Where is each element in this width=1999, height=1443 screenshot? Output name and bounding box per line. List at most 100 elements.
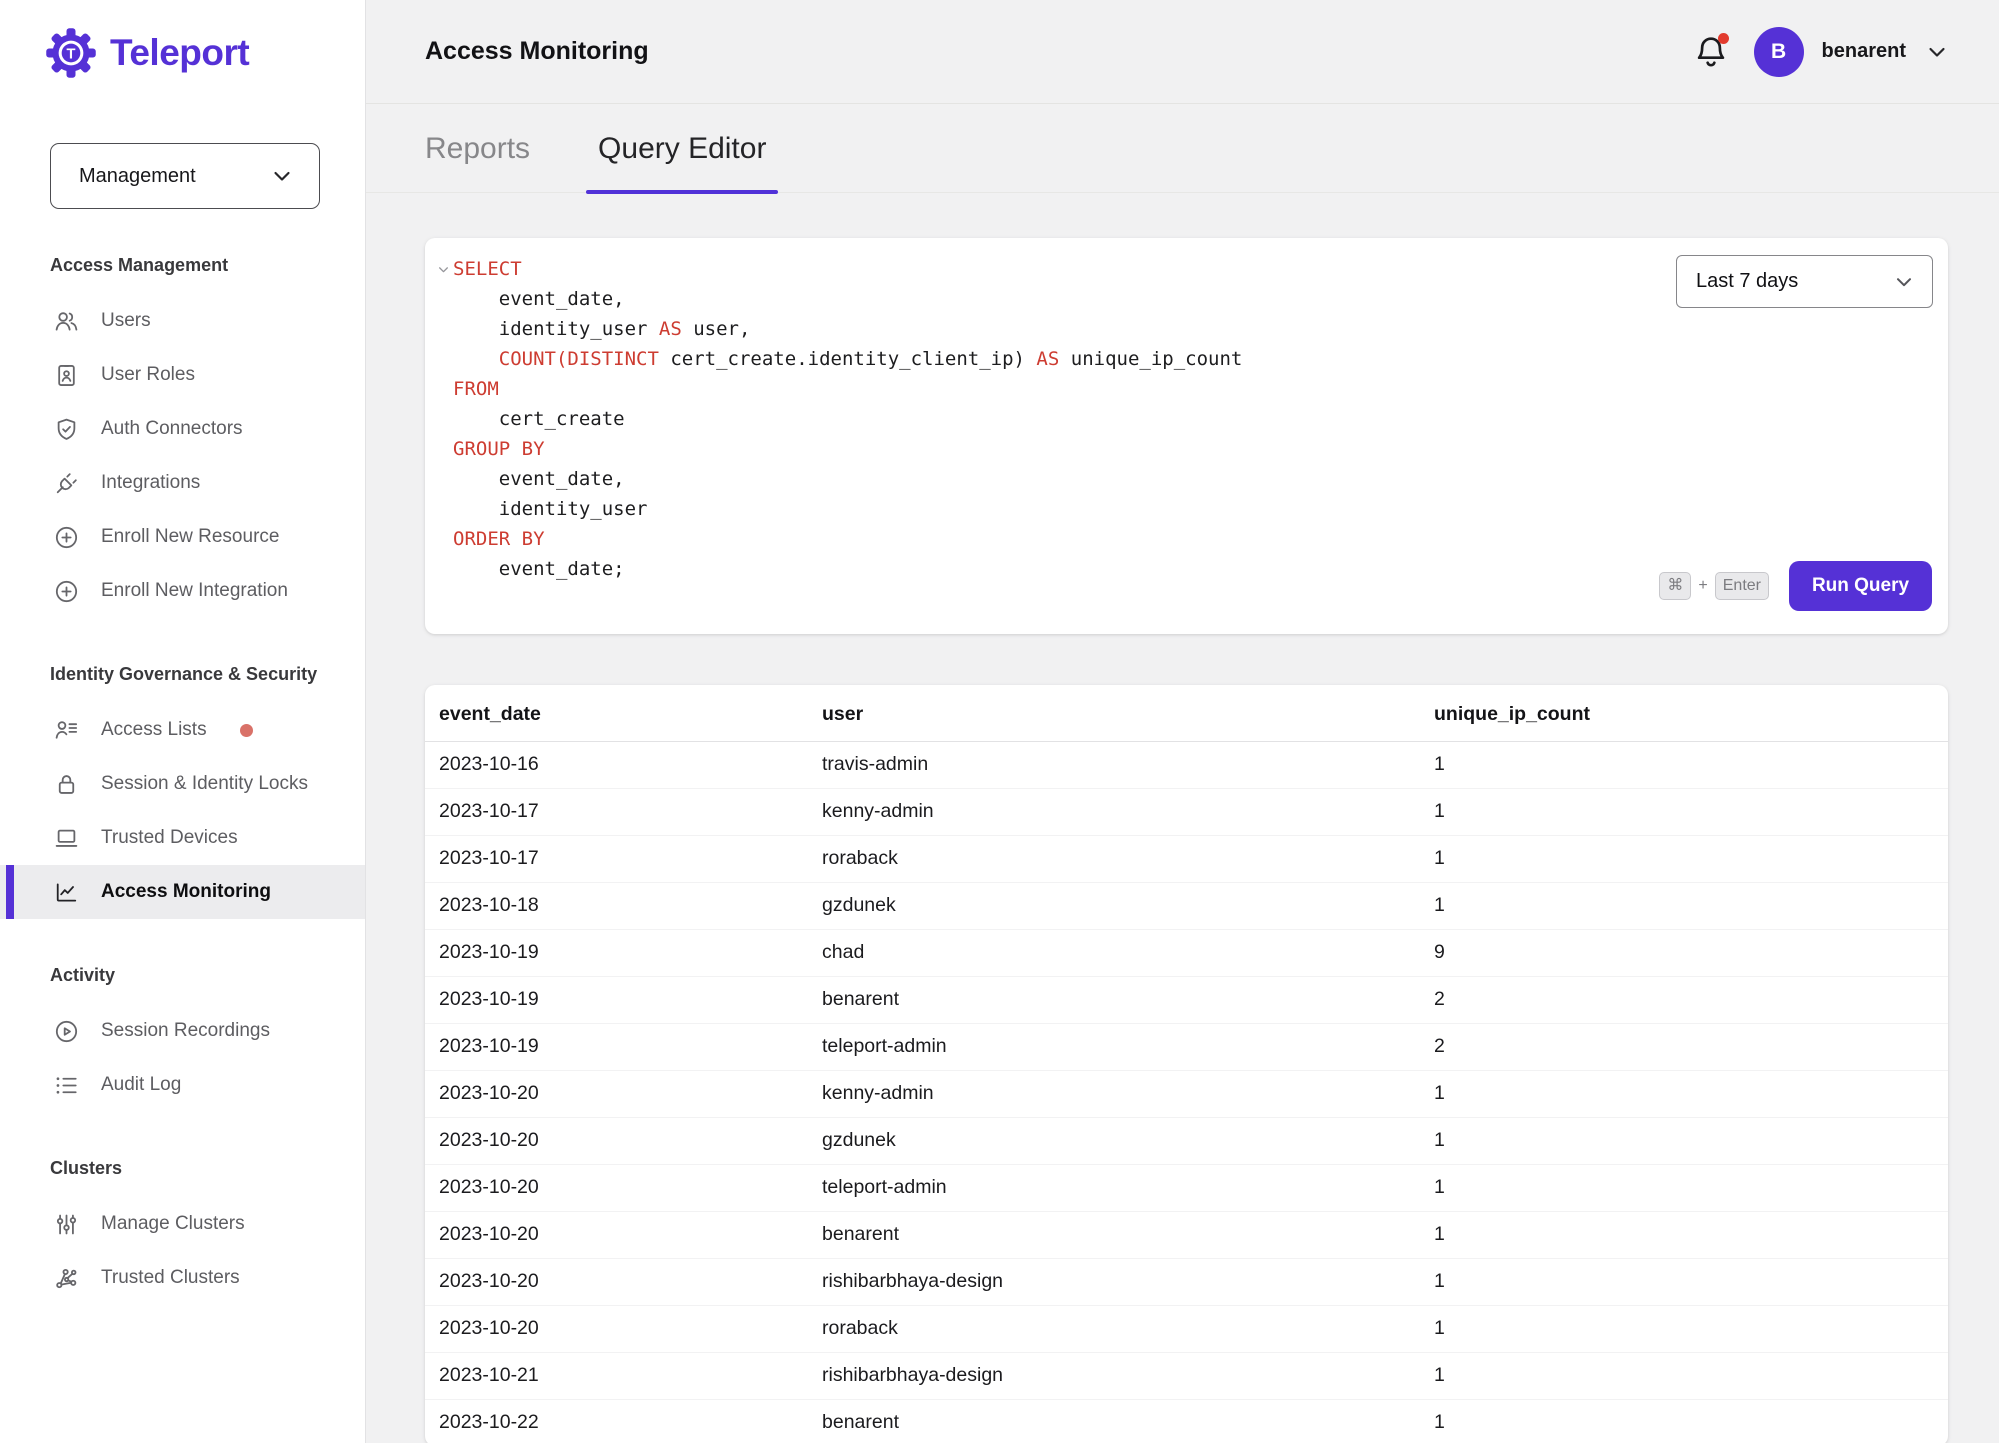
run-query-row: ⌘ + Enter Run Query [1659,561,1932,611]
cell-unique-ip-count: 2 [1420,1024,1948,1071]
table-row: 2023-10-18gzdunek1 [425,883,1948,930]
code-line: event_date, [453,284,1618,314]
results-table-card: event_dateuserunique_ip_count 2023-10-16… [425,685,1948,1443]
sidebar-item-auth-connectors[interactable]: Auth Connectors [0,402,365,456]
sidebar-item-access-monitoring[interactable]: Access Monitoring [0,865,365,919]
teleport-logo[interactable]: T Teleport [0,0,365,80]
cell-event-date: 2023-10-19 [425,1024,808,1071]
code-line: SELECT [453,254,1618,284]
sidebar-item-trusted-devices[interactable]: Trusted Devices [0,811,365,865]
cell-event-date: 2023-10-16 [425,742,808,789]
cell-unique-ip-count: 1 [1420,1400,1948,1443]
chart-line-icon [53,879,80,906]
sidebar-item-access-lists[interactable]: Access Lists [0,703,365,757]
code-line: FROM [453,374,1618,404]
cell-unique-ip-count: 1 [1420,836,1948,883]
cell-user: teleport-admin [808,1024,1420,1071]
shortcut-plus: + [1698,577,1707,595]
results-table: event_dateuserunique_ip_count 2023-10-16… [425,685,1948,1443]
tabs-row: Reports Query Editor [366,104,1999,193]
cell-user: rishibarbhaya-design [808,1259,1420,1306]
avatar: B [1754,27,1804,77]
user-area: B benarent [1692,27,1950,77]
sidebar-item-session-identity-locks[interactable]: Session & Identity Locks [0,757,365,811]
table-row: 2023-10-19teleport-admin2 [425,1024,1948,1071]
cell-user: gzdunek [808,1118,1420,1165]
code-line: GROUP BY [453,434,1618,464]
cell-event-date: 2023-10-18 [425,883,808,930]
topbar: Access Monitoring B benarent [366,0,1999,104]
workspace-selector[interactable]: Management [50,143,320,209]
sidebar-item-users[interactable]: Users [0,294,365,348]
code-line: event_date, [453,464,1618,494]
sidebar-item-label: Enroll New Resource [101,526,279,548]
sidebar-item-integrations[interactable]: Integrations [0,456,365,510]
svg-text:T: T [67,46,76,62]
user-name: benarent [1822,40,1906,63]
cell-event-date: 2023-10-17 [425,836,808,883]
column-header-unique-ip-count: unique_ip_count [1420,685,1948,742]
table-row: 2023-10-21rishibarbhaya-design1 [425,1353,1948,1400]
id-card-icon [53,362,80,389]
cell-unique-ip-count: 1 [1420,883,1948,930]
sidebar-item-manage-clusters[interactable]: Manage Clusters [0,1197,365,1251]
table-row: 2023-10-20kenny-admin1 [425,1071,1948,1118]
cell-user: rishibarbhaya-design [808,1353,1420,1400]
cell-user: travis-admin [808,742,1420,789]
code-line: event_date; [453,554,1618,584]
cell-event-date: 2023-10-19 [425,977,808,1024]
code-line: COUNT(DISTINCT cert_create.identity_clie… [453,344,1618,374]
notifications-button[interactable] [1692,33,1730,71]
table-row: 2023-10-20roraback1 [425,1306,1948,1353]
sidebar-item-enroll-new-integration[interactable]: Enroll New Integration [0,564,365,618]
sidebar-item-session-recordings[interactable]: Session Recordings [0,1004,365,1058]
cell-event-date: 2023-10-20 [425,1071,808,1118]
plus-circle-icon [53,578,80,605]
sidebar-item-label: Manage Clusters [101,1213,245,1235]
plug-icon [53,470,80,497]
page-title: Access Monitoring [425,37,649,66]
tab-reports[interactable]: Reports [413,132,542,192]
sidebar-item-trusted-clusters[interactable]: Trusted Clusters [0,1251,365,1305]
cell-user: roraback [808,1306,1420,1353]
cell-event-date: 2023-10-17 [425,789,808,836]
chevron-down-icon [1892,270,1916,294]
enter-key-hint: Enter [1715,572,1769,599]
time-range-value: Last 7 days [1696,270,1798,293]
sidebar-item-user-roles[interactable]: User Roles [0,348,365,402]
shield-check-icon [53,416,80,443]
cell-event-date: 2023-10-19 [425,930,808,977]
cell-unique-ip-count: 1 [1420,742,1948,789]
sidebar: T Teleport Management Access ManagementU… [0,0,366,1443]
cell-event-date: 2023-10-22 [425,1400,808,1443]
time-range-select[interactable]: Last 7 days [1676,255,1933,308]
sidebar-section-title: Clusters [0,1158,365,1179]
sidebar-item-label: Trusted Clusters [101,1267,240,1289]
user-menu[interactable]: B benarent [1754,27,1950,77]
laptop-icon [53,825,80,852]
main-area: Access Monitoring B benarent Reports Quer… [366,0,1999,1443]
cell-user: kenny-admin [808,1071,1420,1118]
fold-toggle-icon[interactable] [437,263,450,276]
sidebar-item-label: Access Monitoring [101,881,271,903]
code-line: identity_user [453,494,1618,524]
cell-user: teleport-admin [808,1165,1420,1212]
cell-user: benarent [808,1212,1420,1259]
plus-circle-icon [53,524,80,551]
table-row: 2023-10-19chad9 [425,930,1948,977]
sql-code-editor[interactable]: SELECT event_date, identity_user AS user… [437,254,1618,548]
notification-dot [240,724,253,737]
run-query-button[interactable]: Run Query [1789,561,1932,611]
play-circle-icon [53,1018,80,1045]
tab-query-editor[interactable]: Query Editor [586,132,778,192]
cell-unique-ip-count: 1 [1420,1212,1948,1259]
table-header-row: event_dateuserunique_ip_count [425,685,1948,742]
chevron-down-icon [269,163,295,189]
sidebar-item-enroll-new-resource[interactable]: Enroll New Resource [0,510,365,564]
content: SELECT event_date, identity_user AS user… [366,193,1999,1443]
app-root: T Teleport Management Access ManagementU… [0,0,1999,1443]
cell-event-date: 2023-10-20 [425,1259,808,1306]
person-list-icon [53,717,80,744]
cell-event-date: 2023-10-20 [425,1118,808,1165]
sidebar-item-audit-log[interactable]: Audit Log [0,1058,365,1112]
